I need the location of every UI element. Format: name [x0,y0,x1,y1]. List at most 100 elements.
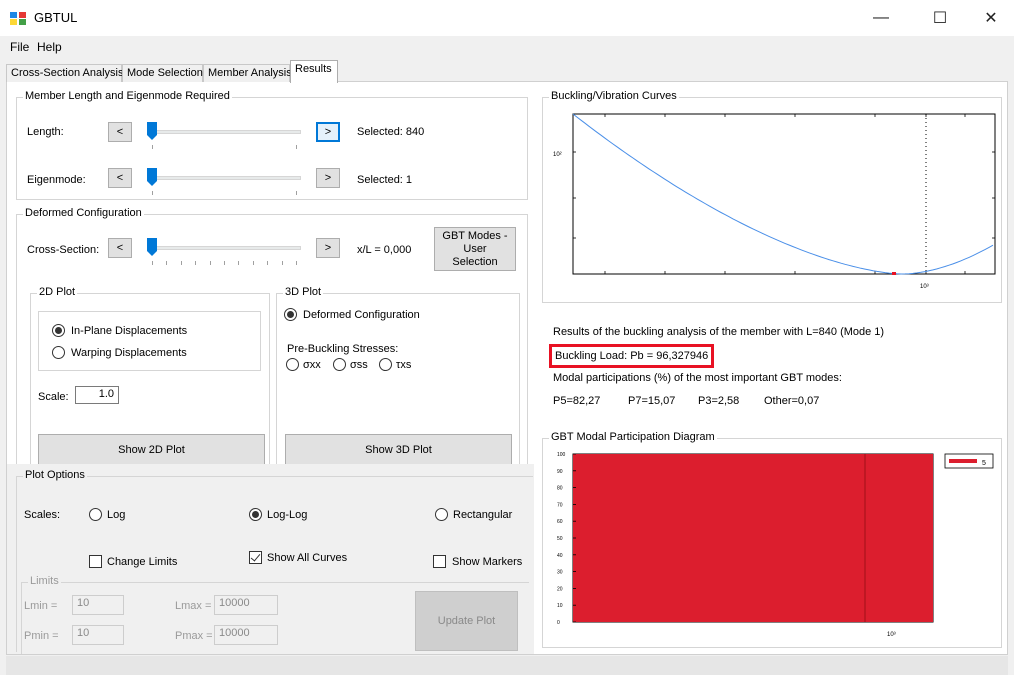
pmin-input[interactable]: 10 [72,625,124,645]
lmin-label: Lmin = [24,600,58,612]
show-markers-label: Show Markers [452,556,523,568]
sigma-xx-label: σxx [303,359,321,371]
sigma-xx-radio[interactable] [286,358,299,371]
modal-y-tick-label: 90 [557,469,563,475]
length-label: Length: [27,126,64,138]
cross-section-prev-button[interactable]: < [108,238,132,258]
loglog-radio[interactable] [249,508,262,521]
lmax-input[interactable]: 10000 [214,595,278,615]
slider-tick [224,261,225,265]
modal-y-tick-label: 0 [557,620,560,626]
tab-cross-section-analysis[interactable]: Cross-Section Analysis [6,64,124,82]
plot-options-title: Plot Options [23,469,87,481]
scales-label: Scales: [24,509,61,521]
window-title: GBTUL [34,10,78,25]
warping-radio[interactable] [52,346,65,359]
update-plot-button: Update Plot [415,591,518,651]
change-limits-checkbox[interactable] [89,555,102,568]
mode-p7: P7=15,07 [628,395,676,407]
length-selected: Selected: 840 [357,126,425,138]
plot2d-group-title: 2D Plot [37,286,78,298]
log-radio[interactable] [89,508,102,521]
sigma-ss-radio[interactable] [333,358,346,371]
scale-input[interactable]: 1.0 [75,386,119,404]
legend-label-mode-5: 5 [982,460,986,467]
legend-swatch-mode-5 [949,459,977,463]
eigenmode-prev-button[interactable]: < [108,168,132,188]
eigenmode-selected: Selected: 1 [357,174,413,186]
minimize-button[interactable]: — [858,0,904,36]
maximize-button[interactable]: ☐ [917,0,963,36]
show-2d-plot-button[interactable]: Show 2D Plot [38,434,265,464]
length-slider-track[interactable] [150,130,301,134]
cross-section-slider-track[interactable] [150,246,301,250]
eigenmode-label: Eigenmode: [27,174,86,186]
eigenmode-slider-track[interactable] [150,176,301,180]
pmax-input[interactable]: 10000 [214,625,278,645]
minimum-marker [892,272,896,275]
minimize-icon: — [873,9,889,26]
menu-file[interactable]: File [10,40,29,54]
status-bar [6,656,1008,675]
change-limits-label: Change Limits [107,556,178,568]
length-prev-button[interactable]: < [108,122,132,142]
inplane-radio[interactable] [52,324,65,337]
tau-xs-radio[interactable] [379,358,392,371]
slider-tick [296,191,297,195]
slider-tick [281,261,283,265]
slider-tick [252,261,254,265]
slider-tick [267,261,269,265]
length-next-button[interactable]: > [316,122,340,142]
close-button[interactable]: ✕ [968,0,1014,36]
eigenmode-next-button[interactable]: > [316,168,340,188]
loglog-label: Log-Log [267,509,308,521]
menu-bar [0,36,1014,58]
deformed-configuration-radio[interactable] [284,308,297,321]
scale-label: Scale: [38,391,69,403]
slider-tick [152,261,153,265]
inplane-label: In-Plane Displacements [71,325,188,337]
menu-help[interactable]: Help [37,40,62,54]
tau-xs-label: τxs [396,359,412,371]
slider-tick [195,261,197,265]
gbt-modes-user-selection-button[interactable]: GBT Modes - User Selection [434,227,516,271]
buckling-plot-area [572,113,996,275]
cross-section-label: Cross-Section: [27,244,100,256]
modal-y-tick-label: 20 [557,586,563,592]
modal-y-tick-label: 50 [557,536,563,542]
lmin-input[interactable]: 10 [72,595,124,615]
tab-member-analysis[interactable]: Member Analysis [203,64,292,82]
plot2d-options-box [38,311,261,371]
modal-diagram-chart: 1009080706050403020100 10³ 5 [557,452,994,638]
xl-position: x/L = 0,000 [357,244,412,256]
deformed-configuration-label: Deformed Configuration [303,309,420,321]
app-icon [10,12,26,25]
modal-y-tick-label: 80 [557,486,563,492]
cross-section-next-button[interactable]: > [316,238,340,258]
slider-tick [152,145,153,149]
show-markers-checkbox[interactable] [433,555,446,568]
show-all-curves-checkbox[interactable] [249,551,262,564]
mode-p3: P3=2,58 [698,395,740,407]
show-3d-plot-button[interactable]: Show 3D Plot [285,434,512,464]
modal-y-tick-label: 10 [557,603,563,609]
rectangular-radio[interactable] [435,508,448,521]
buckling-load-highlight: Buckling Load: Pb = 96,327946 [549,344,715,368]
buckling-load: Buckling Load: Pb = 96,327946 [555,350,709,362]
slider-tick [296,261,297,265]
modal-y-tick-label: 60 [557,519,563,525]
tab-mode-selection[interactable]: Mode Selection [122,64,203,82]
mode-other: Other=0,07 [764,395,820,407]
member-group: Member Length and Eigenmode Required [16,90,528,200]
modal-diagram-title: GBT Modal Participation Diagram [549,431,717,443]
slider-tick [238,261,240,265]
pmin-label: Pmin = [24,630,59,642]
deformed-group-title: Deformed Configuration [23,207,144,219]
modal-y-tick-label: 100 [557,452,566,458]
tab-results[interactable]: Results [290,60,338,83]
modal-y-tick-label: 70 [557,502,563,508]
maximize-icon: ☐ [932,10,948,27]
warping-label: Warping Displacements [71,347,187,359]
results-summary: Results of the buckling analysis of the … [553,326,885,338]
mode-p5: P5=82,27 [553,395,601,407]
